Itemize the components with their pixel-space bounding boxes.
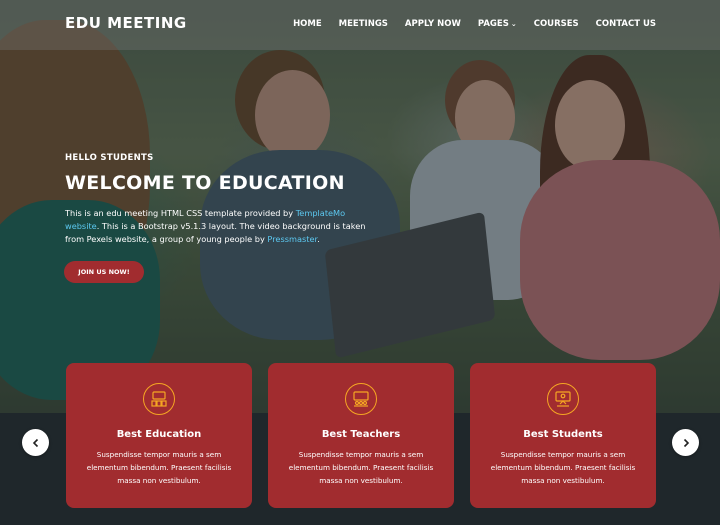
education-icon (143, 383, 175, 415)
nav-apply-now[interactable]: APPLY NOW (405, 19, 461, 29)
card-text: Suspendisse tempor mauris a sem elementu… (490, 450, 636, 485)
teachers-icon (345, 383, 377, 415)
nav-home[interactable]: HOME (293, 19, 322, 29)
card-title: Best Teachers (321, 429, 401, 440)
service-card-teachers[interactable]: Best Teachers Suspendisse tempor mauris … (268, 363, 454, 508)
card-text: Suspendisse tempor mauris a sem elementu… (86, 450, 232, 485)
service-card-students[interactable]: Best Students Suspendisse tempor mauris … (470, 363, 656, 508)
nav-meetings[interactable]: MEETINGS (339, 19, 388, 29)
hero-kicker: HELLO STUDENTS (65, 153, 154, 163)
join-us-button[interactable]: JOIN US NOW! (64, 261, 144, 283)
desc-text: This is an edu meeting HTML CSS template… (65, 208, 296, 218)
main-nav: HOME MEETINGS APPLY NOW PAGES ⌄ COURSES C… (276, 19, 656, 29)
nav-courses[interactable]: COURSES (534, 19, 579, 29)
chevron-left-icon (32, 438, 38, 447)
nav-pages[interactable]: PAGES ⌄ (478, 19, 517, 29)
desc-text: . This is a Bootstrap v5.1.3 layout. The… (65, 221, 366, 244)
chevron-down-icon: ⌄ (510, 20, 517, 28)
pressmaster-link[interactable]: Pressmaster (267, 234, 317, 244)
hero-description: This is an edu meeting HTML CSS template… (65, 207, 375, 246)
card-text: Suspendisse tempor mauris a sem elementu… (288, 450, 434, 485)
students-icon (547, 383, 579, 415)
carousel-prev-button[interactable] (22, 429, 49, 456)
chevron-right-icon (683, 438, 689, 447)
nav-contact-us[interactable]: CONTACT US (596, 19, 656, 29)
carousel-next-button[interactable] (672, 429, 699, 456)
desc-text: . (317, 234, 320, 244)
card-title: Best Education (116, 429, 202, 440)
site-logo[interactable]: EDU MEETING (65, 14, 187, 32)
service-card-education[interactable]: Best Education Suspendisse tempor mauris… (66, 363, 252, 508)
site-header: EDU MEETING HOME MEETINGS APPLY NOW PAGE… (0, 0, 720, 50)
card-title: Best Students (523, 429, 603, 440)
hero-title: WELCOME TO EDUCATION (65, 172, 345, 194)
